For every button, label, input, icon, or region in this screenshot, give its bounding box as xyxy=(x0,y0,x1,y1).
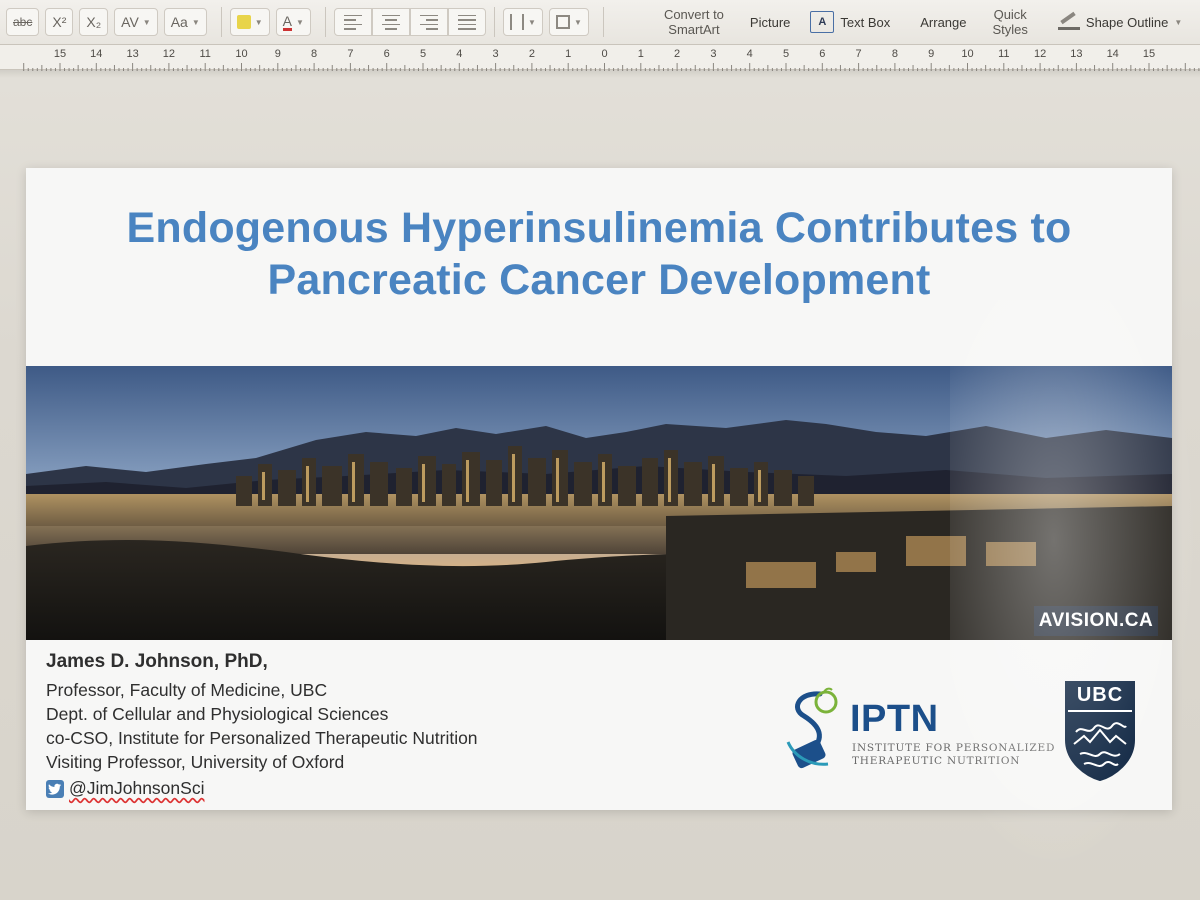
shape-outline-button[interactable]: Shape Outline ▼ xyxy=(1057,2,1183,42)
author-title-line: co-CSO, Institute for Personalized Thera… xyxy=(46,728,478,748)
iptn-emblem-icon xyxy=(786,687,838,769)
chevron-down-icon: ▼ xyxy=(1174,17,1183,27)
author-title-line: Professor, Faculty of Medicine, UBC xyxy=(46,680,328,700)
convert-to-smartart-button[interactable]: Convert to SmartArt xyxy=(664,2,724,42)
horizontal-ruler[interactable]: 15 14 13 12 11 10 9 8 7 6 5 4 3 2 1 0 1 2 3 4 5 6 7 8 9 10 11 12 13 1… xyxy=(0,44,1200,71)
chevron-down-icon: ▼ xyxy=(573,17,582,27)
ruler-label: 6 xyxy=(819,48,825,60)
ruler-label: 0 xyxy=(601,48,607,60)
align-text-icon xyxy=(555,15,570,29)
ruler-label: 4 xyxy=(747,48,753,60)
slide-title[interactable]: Endogenous Hyperinsulinemia Contributes … xyxy=(36,202,1162,306)
slide-title-line: Endogenous Hyperinsulinemia Contributes … xyxy=(126,204,1072,252)
city-skyline-photo[interactable] xyxy=(26,366,1172,640)
iptn-subtitle-line: THERAPEUTIC NUTRITION xyxy=(852,755,1021,767)
text-direction-icon xyxy=(509,14,524,30)
twitter-icon xyxy=(46,779,64,798)
chevron-down-icon: ▼ xyxy=(527,17,536,27)
toolbar-divider xyxy=(602,7,604,37)
ruler-label: 15 xyxy=(54,48,66,60)
ubc-wordmark: UBC xyxy=(1076,684,1124,706)
ruler-label: 8 xyxy=(892,48,898,60)
ruler-label: 10 xyxy=(235,48,247,60)
change-case-button[interactable]: Aa ▼ xyxy=(163,8,207,36)
author-name[interactable]: James D. Johnson, PhD, xyxy=(46,651,268,673)
iptn-logo: IPTN INSTITUTE FOR PERSONALIZED THERAPEU… xyxy=(780,686,1054,778)
ruler-label: 12 xyxy=(163,48,175,60)
subscript-button[interactable]: X₂ xyxy=(79,8,109,36)
skyline-illustration xyxy=(26,366,1172,640)
photo-credit-watermark: AVISION.CA xyxy=(1034,606,1158,636)
quick-styles-button[interactable]: Quick Styles xyxy=(993,2,1028,42)
ruler-label: 4 xyxy=(456,48,462,60)
ruler-label: 7 xyxy=(856,48,862,60)
app-window: abc X² X₂ AV ▼ Aa ▼ ▼ A ▼ ▼ ▼ Convert to S… xyxy=(0,0,1200,900)
ruler-label: 13 xyxy=(126,48,138,60)
character-spacing-button[interactable]: AV ▼ xyxy=(114,8,158,36)
ruler-label: 6 xyxy=(384,48,390,60)
ruler-label: 1 xyxy=(565,48,571,60)
ruler-label: 11 xyxy=(998,48,1009,60)
slide-title-line: Pancreatic Cancer Development xyxy=(267,256,931,304)
ruler-label: 1 xyxy=(638,48,644,60)
ruler-label: 2 xyxy=(529,48,535,60)
toolbar-divider xyxy=(493,7,495,37)
text-direction-button[interactable]: ▼ xyxy=(502,8,543,36)
toolbar-divider xyxy=(220,7,222,37)
ruler-label: 9 xyxy=(275,48,281,60)
ruler-ticks: 15 14 13 12 11 10 9 8 7 6 5 4 3 2 1 0 1 2 3 4 5 6 7 8 9 10 11 12 13 1… xyxy=(23,48,1200,71)
ruler-label: 15 xyxy=(1143,48,1155,60)
ruler-label: 9 xyxy=(928,48,934,60)
ruler-label: 3 xyxy=(493,48,499,60)
superscript-button[interactable]: X² xyxy=(45,8,74,36)
align-center-button[interactable] xyxy=(371,8,410,36)
twitter-handle: @JimJohnsonSci xyxy=(69,778,205,798)
ruler-label: 12 xyxy=(1034,48,1046,60)
text-box-icon: A xyxy=(810,11,835,33)
iptn-subtitle-line: INSTITUTE FOR PERSONALIZED xyxy=(852,742,1056,754)
text-box-button[interactable]: A Text Box xyxy=(810,2,890,42)
paragraph-align-group xyxy=(333,8,486,36)
chevron-down-icon: ▼ xyxy=(254,17,263,27)
align-center-icon xyxy=(381,14,400,30)
ruler-label: 7 xyxy=(347,48,353,60)
align-right-button[interactable] xyxy=(409,8,448,36)
author-title-line: Dept. of Cellular and Physiological Scie… xyxy=(46,704,389,724)
slide-canvas[interactable]: Endogenous Hyperinsulinemia Contributes … xyxy=(26,168,1172,810)
pen-icon xyxy=(1057,14,1080,30)
arrange-button[interactable]: Arrange xyxy=(920,2,966,42)
toolbar-divider xyxy=(324,7,326,37)
strikethrough-button[interactable]: abc xyxy=(6,8,40,36)
ruler-label: 13 xyxy=(1070,48,1082,60)
ruler-label: 5 xyxy=(783,48,789,60)
twitter-link[interactable]: @JimJohnsonSci xyxy=(46,778,204,799)
picture-button[interactable]: Picture xyxy=(750,2,790,42)
ruler-label: 3 xyxy=(710,48,716,60)
chevron-down-icon: ▼ xyxy=(142,17,151,27)
formatting-toolbar: abc X² X₂ AV ▼ Aa ▼ ▼ A ▼ ▼ ▼ Convert to S… xyxy=(0,0,1200,44)
ruler-label: 5 xyxy=(420,48,426,60)
ruler-label: 14 xyxy=(1107,48,1119,60)
iptn-acronym: IPTN xyxy=(850,698,939,740)
ruler-label: 2 xyxy=(674,48,680,60)
ruler-label: 8 xyxy=(311,48,317,60)
align-right-icon xyxy=(419,14,438,30)
highlight-button[interactable]: ▼ xyxy=(229,8,270,36)
chevron-down-icon: ▼ xyxy=(296,17,304,27)
ruler-label: 14 xyxy=(90,48,102,60)
ruler-label: 10 xyxy=(961,48,973,60)
ubc-logo: UBC xyxy=(1064,680,1136,782)
author-title-line: Visiting Professor, University of Oxford xyxy=(46,752,345,772)
chevron-down-icon: ▼ xyxy=(191,17,200,27)
align-text-button[interactable]: ▼ xyxy=(548,8,589,36)
justify-icon xyxy=(457,14,476,30)
ruler-shadow xyxy=(0,70,1200,78)
font-color-button[interactable]: A ▼ xyxy=(275,8,311,36)
align-left-icon xyxy=(343,14,362,30)
align-left-button[interactable] xyxy=(333,8,372,36)
highlighter-icon xyxy=(236,15,251,29)
ruler-label: 11 xyxy=(199,48,210,60)
justify-button[interactable] xyxy=(447,8,486,36)
